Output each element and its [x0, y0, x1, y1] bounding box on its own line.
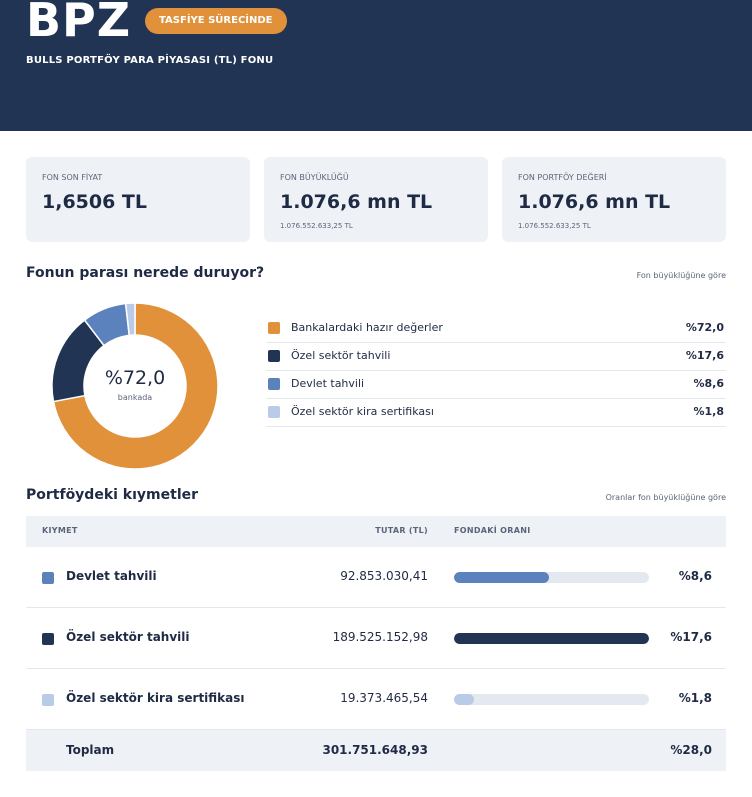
legend-label: Devlet tahvili: [291, 377, 365, 390]
column-header-ratio: FONDAKİ ORANI: [454, 526, 531, 535]
legend-label: Özel sektör kira sertifikası: [291, 405, 434, 418]
column-header-amount: TUTAR (TL): [375, 526, 428, 535]
status-badge: TASFİYE SÜRECİNDE: [145, 8, 287, 34]
stat-value: 1.076,6 mn TL: [518, 191, 671, 213]
legend-value: %1,8: [693, 405, 724, 418]
ratio-bar-fill: [454, 633, 649, 644]
holdings-title: Portföydeki kıymetler: [26, 487, 199, 503]
donut-center-caption: bankada: [117, 393, 153, 402]
legend-swatch: [268, 322, 280, 334]
table-row: Özel sektör tahvili 189.525.152,98 %17,6: [26, 608, 726, 669]
holdings-table-header: KIYMET TUTAR (TL) FONDAKİ ORANI: [26, 516, 726, 547]
row-ratio: %17,6: [670, 630, 712, 644]
total-ratio: %28,0: [670, 743, 712, 757]
stat-value: 1.076,6 mn TL: [280, 191, 433, 213]
legend-value: %17,6: [685, 349, 724, 362]
legend-row: Bankalardaki hazır değerler %72,0: [266, 315, 726, 343]
table-row: Özel sektör kira sertifikası 19.373.465,…: [26, 669, 726, 730]
table-row: Devlet tahvili 92.853.030,41 %8,6: [26, 547, 726, 608]
allocation-title: Fonun parası nerede duruyor?: [26, 265, 265, 281]
row-asset-name: Devlet tahvili: [66, 569, 157, 583]
stat-label: FON PORTFÖY DEĞERİ: [518, 173, 607, 182]
legend-label: Özel sektör tahvili: [291, 349, 391, 362]
row-ratio: %8,6: [678, 569, 712, 583]
ratio-bar-track: [454, 572, 649, 583]
row-amount: 92.853.030,41: [340, 569, 428, 583]
stat-card-fund-size: FON BÜYÜKLÜĞÜ 1.076,6 mn TL 1.076.552.63…: [264, 157, 488, 242]
stat-label: FON BÜYÜKLÜĞÜ: [280, 173, 349, 182]
legend-swatch: [268, 378, 280, 390]
legend-label: Bankalardaki hazır değerler: [291, 321, 443, 334]
row-swatch: [42, 633, 54, 645]
legend-swatch: [268, 350, 280, 362]
row-asset-name: Özel sektör tahvili: [66, 630, 190, 644]
legend-swatch: [268, 406, 280, 418]
column-header-asset: KIYMET: [42, 526, 78, 535]
stat-value: 1,6506 TL: [42, 191, 148, 213]
fund-code: BPZ: [26, 0, 132, 47]
legend-value: %8,6: [693, 377, 724, 390]
ratio-bar-track: [454, 633, 649, 644]
legend-row: Özel sektör tahvili %17,6: [266, 343, 726, 371]
stat-subvalue: 1.076.552.633,25 TL: [280, 222, 353, 230]
ratio-bar-track: [454, 694, 649, 705]
total-row: Toplam 301.751.648,93 %28,0: [26, 730, 726, 771]
row-swatch: [42, 572, 54, 584]
row-asset-name: Özel sektör kira sertifikası: [66, 691, 245, 705]
allocation-note: Fon büyüklüğüne göre: [636, 271, 726, 280]
donut-center: %72,0 bankada: [52, 303, 218, 469]
stat-subvalue: 1.076.552.633,25 TL: [518, 222, 591, 230]
ratio-bar-fill: [454, 572, 550, 583]
stat-card-price: FON SON FİYAT 1,6506 TL: [26, 157, 250, 242]
row-amount: 19.373.465,54: [340, 691, 428, 705]
total-amount: 301.751.648,93: [322, 743, 428, 757]
legend-row: Devlet tahvili %8,6: [266, 371, 726, 399]
stat-card-portfolio-value: FON PORTFÖY DEĞERİ 1.076,6 mn TL 1.076.5…: [502, 157, 726, 242]
holdings-note: Oranlar fon büyüklüğüne göre: [605, 493, 726, 502]
row-amount: 189.525.152,98: [332, 630, 428, 644]
ratio-bar-fill: [454, 694, 474, 705]
fund-name: BULLS PORTFÖY PARA PİYASASI (TL) FONU: [26, 55, 274, 66]
legend-row: Özel sektör kira sertifikası %1,8: [266, 399, 726, 427]
stat-label: FON SON FİYAT: [42, 173, 103, 182]
donut-center-value: %72,0: [104, 367, 166, 389]
row-ratio: %1,8: [678, 691, 712, 705]
total-label: Toplam: [66, 743, 115, 757]
legend-value: %72,0: [685, 321, 724, 334]
fund-header: BPZ TASFİYE SÜRECİNDE BULLS PORTFÖY PARA…: [0, 0, 752, 131]
row-swatch: [42, 694, 54, 706]
